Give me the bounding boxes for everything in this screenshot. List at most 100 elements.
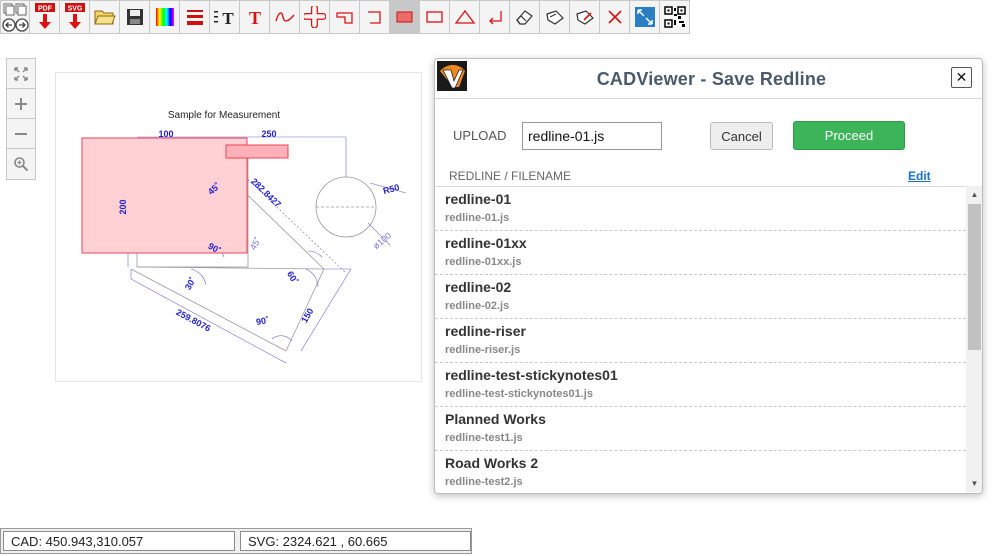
redline-name: redline-02 [445, 279, 512, 295]
upload-label: UPLOAD [453, 128, 507, 143]
redline-small-rectangle[interactable] [225, 144, 289, 159]
drawing-canvas[interactable]: Sample for Measurement 100 250 200 45˚ 2… [55, 72, 422, 382]
delete-button[interactable] [600, 0, 630, 34]
save-button[interactable] [120, 0, 150, 34]
text-button[interactable]: T [240, 0, 270, 34]
scroll-down-arrow-icon[interactable]: ▼ [966, 475, 982, 492]
scrollbar-thumb[interactable] [968, 204, 981, 350]
redline-name: redline-riser [445, 323, 526, 339]
edit-link[interactable]: Edit [908, 169, 931, 183]
dim-60: 60˚ [285, 269, 300, 285]
dim-r50: R50 [382, 182, 401, 196]
dim-100: 100 [158, 129, 173, 139]
save-redline-dialog: CADViewer - Save Redline ✕ UPLOAD Cancel… [434, 58, 983, 494]
qr-code-button[interactable] [660, 0, 690, 34]
zoom-out-icon [15, 132, 27, 135]
zoom-panel [6, 58, 36, 180]
dim-dia100: ø100 [371, 230, 393, 251]
polyline-button[interactable] [360, 0, 390, 34]
redline-name: Road Works 2 [445, 455, 539, 471]
cancel-button[interactable]: Cancel [710, 122, 773, 150]
list-item[interactable]: redline-riser redline-riser.js [435, 319, 966, 363]
dim-45b: 45˚ [248, 235, 263, 251]
qr-code-icon [663, 6, 686, 28]
color-palette-button[interactable] [150, 0, 180, 34]
rectangle-button[interactable] [420, 0, 450, 34]
close-button[interactable]: ✕ [951, 67, 972, 88]
redline-filename: redline-test-stickynotes01.js [445, 388, 593, 400]
list-scrollbar[interactable]: ▲ ▼ [966, 186, 982, 492]
list-item[interactable]: Planned Works redline-test1.js [435, 407, 966, 451]
redline-filled-rectangle[interactable] [81, 137, 248, 254]
redline-name: redline-01xx [445, 235, 527, 251]
redline-filename: redline-01xx.js [445, 256, 522, 268]
text-size-icon: T [213, 9, 234, 27]
redline-filename: redline-02.js [445, 300, 510, 312]
list-item[interactable]: redline-01 redline-01.js [435, 187, 966, 231]
pdf-label: PDF [38, 6, 53, 13]
triangle-icon [454, 9, 475, 24]
text-size-glyph: T [222, 9, 234, 27]
toolbar: PDF SVG T T [0, 0, 690, 34]
list-column-header: REDLINE / FILENAME [449, 169, 572, 183]
redline-file-list: redline-01 redline-01.js redline-01xx re… [435, 186, 966, 492]
redline-filename: redline-01.js [445, 212, 510, 224]
dialog-header: CADViewer - Save Redline ✕ [435, 59, 982, 99]
proceed-button[interactable]: Proceed [793, 121, 905, 150]
sticky-note-alt-button[interactable] [570, 0, 600, 34]
sticky-note-button[interactable] [540, 0, 570, 34]
color-spectrum-icon [155, 8, 174, 26]
filled-rectangle-button[interactable] [390, 0, 420, 34]
triangle-button[interactable] [450, 0, 480, 34]
dim-259: 259.8076 [174, 307, 212, 333]
status-bar: CAD: 450.943,310.057 SVG: 2324.621 , 60.… [0, 528, 472, 554]
svg-coordinates: SVG: 2324.621 , 60.665 [240, 531, 471, 551]
line-weight-button[interactable] [180, 0, 210, 34]
fit-all-button[interactable] [7, 59, 35, 89]
return-arrow-button[interactable] [480, 0, 510, 34]
arrow-callout-button[interactable] [330, 0, 360, 34]
polyline-icon [367, 11, 381, 24]
freehand-icon [274, 12, 295, 22]
zoom-magnifier-icon [14, 157, 29, 172]
dim-282: 282.8427 [249, 176, 283, 209]
upload-filename-input[interactable] [522, 122, 662, 150]
fit-screen-button[interactable] [630, 0, 660, 34]
filled-rectangle-icon [396, 11, 412, 23]
list-item[interactable]: Road Works 2 redline-test2.js [435, 451, 966, 492]
zoom-in-button[interactable] [7, 89, 35, 119]
scroll-up-arrow-icon[interactable]: ▲ [966, 186, 982, 203]
rectangle-icon [425, 11, 443, 23]
zoom-window-button[interactable] [7, 149, 35, 179]
callout-icon [335, 12, 353, 24]
cad-coordinates: CAD: 450.943,310.057 [3, 531, 235, 551]
dim-90b: 90˚ [255, 315, 270, 327]
line-weight-icon [186, 10, 203, 25]
drawing-title: Sample for Measurement [168, 110, 280, 121]
redline-name: Planned Works [445, 411, 546, 427]
cloud-cross-icon [303, 6, 326, 28]
eraser-button[interactable] [510, 0, 540, 34]
delete-x-icon [607, 10, 622, 24]
list-item[interactable]: redline-test-stickynotes01 redline-test-… [435, 363, 966, 407]
list-item[interactable]: redline-02 redline-02.js [435, 275, 966, 319]
list-item[interactable]: redline-01xx redline-01xx.js [435, 231, 966, 275]
text-size-button[interactable]: T [210, 0, 240, 34]
eraser-icon [515, 10, 533, 25]
text-glyph: T [248, 8, 260, 27]
open-folder-icon [93, 10, 116, 25]
pdf-download-button[interactable]: PDF [30, 0, 60, 34]
open-folder-button[interactable] [90, 0, 120, 34]
svg-label: SVG [67, 6, 82, 13]
dim-250: 250 [261, 129, 276, 139]
dim-200: 200 [118, 199, 128, 214]
zoom-out-button[interactable] [7, 119, 35, 149]
close-icon: ✕ [955, 69, 968, 85]
sticky-note-edit-icon [575, 10, 594, 25]
freehand-button[interactable] [270, 0, 300, 34]
cloud-button[interactable] [300, 0, 330, 34]
sticky-note-icon [545, 10, 564, 25]
dim-30: 30˚ [183, 275, 198, 291]
svg-download-button[interactable]: SVG [60, 0, 90, 34]
back-forward-button[interactable] [0, 0, 30, 34]
